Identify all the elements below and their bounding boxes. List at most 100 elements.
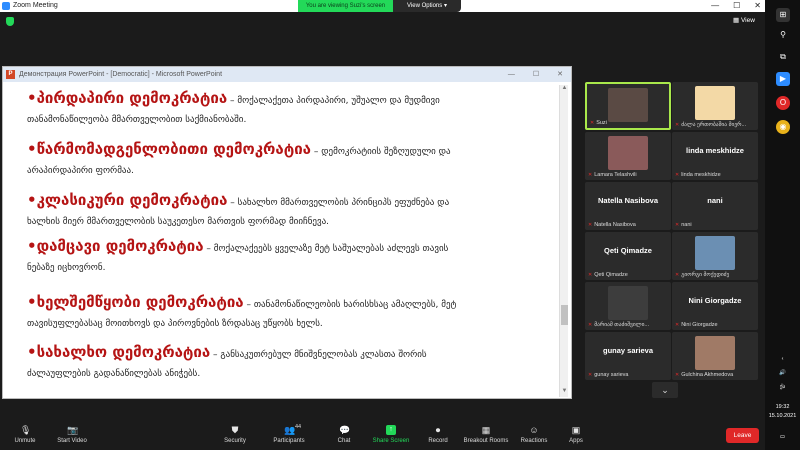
breakout-rooms-button[interactable]: ▦ Breakout Rooms: [460, 425, 512, 444]
participant-display-name: linda meskhidze: [686, 146, 744, 155]
participant-tile[interactable]: Gulchina Akhmedova: [672, 332, 758, 380]
encryption-shield-icon[interactable]: [6, 17, 14, 26]
breakout-rooms-label: Breakout Rooms: [463, 438, 509, 444]
tray-expand-icon[interactable]: ‹: [765, 356, 800, 362]
participant-tile[interactable]: მარიამ თაძიშვილი...: [585, 282, 671, 330]
participant-label: Suzi: [590, 120, 607, 126]
record-icon: ⏺: [435, 425, 441, 435]
slide-paragraph: •დამცავი დემოკრატია – მოქალაქეებს ყველაზ…: [27, 237, 547, 278]
scroll-up-icon[interactable]: ▲: [560, 85, 569, 94]
participant-tile[interactable]: linda meskhidze linda meskhidze: [672, 132, 758, 180]
participant-tile[interactable]: Lamara Telashvili: [585, 132, 671, 180]
term: •კლასიკური დემოკრატია: [27, 191, 228, 209]
ppt-window-controls: — ☐ ✕: [508, 67, 563, 82]
ppt-window-title: Демонстрация PowerPoint - [Democratic] -…: [19, 71, 223, 78]
share-screen-label: Share Screen: [372, 438, 410, 444]
language-indicator[interactable]: ქა: [765, 384, 800, 390]
participant-video: [608, 286, 648, 320]
start-video-button[interactable]: 📷 Start Video: [52, 425, 92, 444]
task-view-icon[interactable]: ⧉: [776, 50, 790, 64]
definition: – განსაკუთრებულ მნიშვნელობას კლასთა შორი…: [210, 350, 427, 360]
participant-tile[interactable]: nani nani: [672, 182, 758, 230]
reactions-button[interactable]: ☺ Reactions: [518, 425, 550, 444]
unmute-button[interactable]: 🎙 Unmute: [10, 425, 40, 444]
participant-display-name: Qeti Qimadze: [604, 246, 652, 255]
apps-icon: ▣: [571, 425, 581, 435]
chat-icon: 💬: [339, 425, 351, 435]
notification-icon[interactable]: ▭: [765, 434, 800, 440]
security-label: Security: [224, 438, 246, 444]
maximize-button[interactable]: ☐: [733, 0, 740, 12]
participant-display-name: gunay sarieva: [602, 346, 654, 355]
gallery-next-page-button[interactable]: ⌄: [652, 382, 678, 398]
definition-line2: ძალაუფლების გადანაწილებას ანიჭებს.: [27, 369, 201, 379]
slide-paragraph: •ხელშემწყობი დემოკრატია – თანამონაწილეობ…: [27, 293, 547, 334]
windows-start-icon[interactable]: ⊞: [776, 8, 790, 22]
participant-count: 44: [295, 424, 302, 430]
participant-label: გიორგი მოქედიძე: [675, 272, 729, 278]
definition: – თანამონაწილეობის ხარისხსაც ამაღლებს, მ…: [243, 300, 457, 310]
ppt-minimize-button[interactable]: —: [508, 67, 515, 82]
minimize-button[interactable]: —: [711, 0, 719, 12]
chrome-icon[interactable]: ◉: [776, 120, 790, 134]
term: •წარმომადგენლობითი დემოკრატია: [27, 140, 311, 158]
participant-tile[interactable]: Natella Nasibova Natella Nasibova: [585, 182, 671, 230]
security-button[interactable]: ⛊ Security: [220, 425, 250, 444]
participant-label: Natella Nasibova: [588, 222, 636, 228]
camera-off-icon: 📷: [67, 425, 79, 435]
ppt-maximize-button[interactable]: ☐: [533, 67, 539, 82]
participant-display-name: nani: [707, 196, 723, 205]
search-icon[interactable]: ⚲: [776, 28, 790, 42]
opera-icon[interactable]: O: [776, 96, 790, 110]
definition-line2: ხალხის მიერ მმართველობის საუკეთესო მართვ…: [27, 217, 330, 227]
participant-label: Nini Giorgadze: [675, 322, 717, 328]
participants-button[interactable]: 👥 44 Participants: [268, 424, 310, 444]
slide-paragraph: •სახალხო დემოკრატია – განსაკუთრებულ მნიშ…: [27, 343, 547, 384]
record-label: Record: [428, 438, 448, 444]
participant-tile[interactable]: გიორგი მოქედიძე: [672, 232, 758, 280]
scroll-down-icon[interactable]: ▼: [560, 388, 569, 397]
record-button[interactable]: ⏺ Record: [424, 425, 452, 444]
share-screen-button[interactable]: ↑ Share Screen: [370, 425, 412, 444]
participant-label: მარიამ თაძიშვილი...: [588, 322, 649, 328]
term: •დამცავი დემოკრატია: [27, 237, 204, 255]
chat-label: Chat: [337, 438, 351, 444]
participant-tile[interactable]: Nini Giorgadze Nini Giorgadze: [672, 282, 758, 330]
reactions-label: Reactions: [520, 438, 548, 444]
participant-label: nani: [675, 222, 691, 228]
leave-button[interactable]: Leave: [726, 428, 759, 443]
definition: – მოქალაქეთა პირდაპირი, უშუალო და მუდმივ…: [227, 96, 440, 106]
participant-tile[interactable]: ძალა ერთობაშია მიერ...: [672, 82, 758, 130]
participant-tile[interactable]: gunay sarieva gunay sarieva: [585, 332, 671, 380]
participant-tile[interactable]: Qeti Qimadze Qeti Qimadze: [585, 232, 671, 280]
microphone-muted-icon: 🎙: [20, 425, 32, 435]
participant-video: [608, 88, 648, 122]
zoom-logo-icon: [2, 2, 10, 10]
participants-label: Participants: [273, 438, 305, 444]
meeting-toolbar: 🎙 Unmute 📷 Start Video ⛊ Security 👥 44 P…: [0, 422, 765, 450]
scroll-thumb[interactable]: [561, 305, 568, 325]
clock-time[interactable]: 19:32: [765, 404, 800, 410]
shield-icon: ⛊: [231, 425, 239, 435]
powerpoint-icon: P: [6, 70, 15, 79]
view-layout-label: View: [740, 17, 755, 24]
participant-display-name: Natella Nasibova: [597, 196, 659, 205]
definition-line2: თავისუფლებასაც მოითხოვს და პიროვნების ზრ…: [27, 319, 323, 329]
slide-scrollbar[interactable]: ▲ ▼: [559, 85, 568, 397]
participant-video: [695, 336, 735, 370]
definition-line2: არაპირდაპირი ფორმაა.: [27, 166, 134, 176]
zoom-app-icon[interactable]: ▶: [776, 72, 790, 86]
view-options-button[interactable]: View Options ▾: [393, 0, 461, 12]
chat-button[interactable]: 💬 Chat: [332, 425, 356, 444]
apps-button[interactable]: ▣ Apps: [565, 425, 587, 444]
view-layout-button[interactable]: ▦ View: [733, 16, 755, 24]
clock-date[interactable]: 15.10.2021: [765, 413, 800, 419]
start-video-label: Start Video: [57, 438, 87, 444]
ppt-close-button[interactable]: ✕: [557, 67, 563, 82]
close-button[interactable]: ✕: [754, 0, 761, 12]
participant-tile[interactable]: Suzi: [585, 82, 671, 130]
slide-paragraph: •პირდაპირი დემოკრატია – მოქალაქეთა პირდა…: [27, 89, 547, 130]
term: •ხელშემწყობი დემოკრატია: [27, 293, 244, 311]
participant-label: linda meskhidze: [675, 172, 720, 178]
speaker-icon[interactable]: 🔊: [765, 370, 800, 376]
